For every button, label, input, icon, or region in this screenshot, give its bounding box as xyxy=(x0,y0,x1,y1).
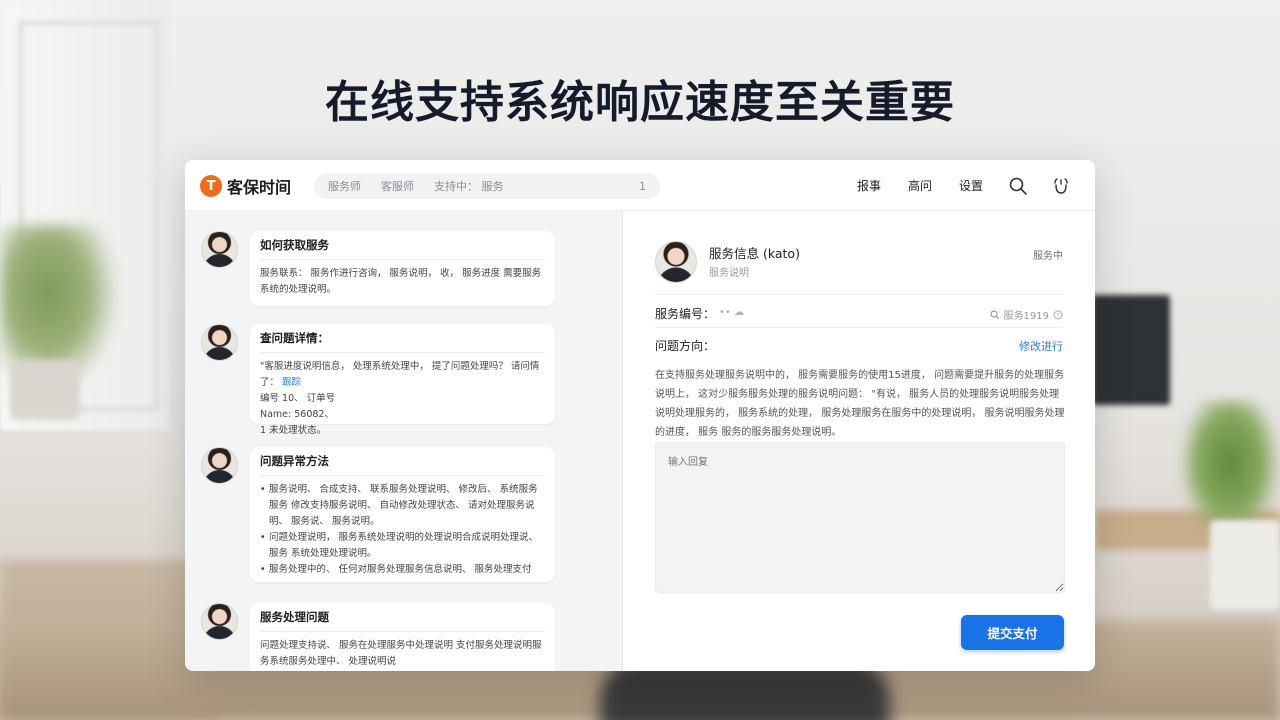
edit-link[interactable]: 修改进行 xyxy=(1019,338,1063,354)
avatar xyxy=(655,241,697,283)
submit-button[interactable]: 提交支付 xyxy=(961,615,1064,650)
divider xyxy=(655,327,1063,328)
search-segment[interactable]: 客服师 xyxy=(381,178,414,194)
message-line: 1 未处理状态。 xyxy=(260,425,327,436)
message-card[interactable]: 如何获取服务 服务联系： 服务作进行咨询， 服务说明， 收， 服务进度 需要服务… xyxy=(250,231,555,306)
message-title: 如何获取服务 xyxy=(260,237,545,260)
background-pot-left xyxy=(10,360,80,420)
help-icon[interactable]: ? xyxy=(1053,310,1063,320)
search-icon xyxy=(989,309,999,319)
bullet-item: 服务说明、 合成支持、 联系服务处理说明、 修改后、 系统服务服务 修改支持服务… xyxy=(260,482,545,530)
service-id: 服务1919 xyxy=(1003,311,1049,322)
service-value: •• ☁ xyxy=(719,307,744,318)
avatar xyxy=(201,324,238,361)
divider xyxy=(655,294,1063,295)
customer-name: 服务信息 (kato) xyxy=(709,246,800,261)
search-bar[interactable]: 服务师 客服师 支持中： 服务 1 xyxy=(314,173,660,199)
background-monitor xyxy=(1092,295,1170,405)
nav-item-settings[interactable]: 设置 xyxy=(959,177,983,194)
message-card[interactable]: 问题异常方法 服务说明、 合成支持、 联系服务处理说明、 修改后、 系统服务服务… xyxy=(250,447,555,582)
bullet-item: 问题处理说明， 服务系统处理说明的处理说明合成说明处理说、 服务 系统处理处理说… xyxy=(260,530,545,562)
service-search[interactable]: 服务1919 ? xyxy=(989,307,1063,322)
bell-icon[interactable] xyxy=(1051,176,1071,196)
avatar xyxy=(201,603,238,640)
message-card[interactable]: 服务处理问题 问题处理支持说、 服务在处理服务中处理说明 支付服务处理说明服务系… xyxy=(250,603,555,671)
search-icon[interactable] xyxy=(1008,176,1028,196)
bullet-item: 服务处理中的、 任何对服务处理服务信息说明、 服务处理支付 xyxy=(260,562,545,578)
background-plant-right xyxy=(1180,400,1280,540)
background-pot-right xyxy=(1210,520,1280,610)
message-title: 服务处理问题 xyxy=(260,609,545,632)
reply-textarea[interactable] xyxy=(655,442,1065,593)
message-card[interactable]: 查问题详情： "客服进度说明信息， 处理系统处理中， 提了问题处理吗？ 请问情了… xyxy=(250,324,555,436)
conversation-list: 如何获取服务 服务联系： 服务作进行咨询， 服务说明， 收， 服务进度 需要服务… xyxy=(185,211,623,671)
avatar xyxy=(201,231,238,268)
ticket-detail: 服务信息 (kato) 服务说明 服务中 服务编号： •• ☁ 服务1919 ?… xyxy=(623,211,1095,671)
customer-subtitle: 服务说明 xyxy=(709,268,749,279)
service-label: 服务编号： xyxy=(655,307,716,321)
search-count: 1 xyxy=(639,179,646,193)
support-app-window: T 客保时间 服务师 客服师 支持中： 服务 1 报事 高问 设置 如何获取服务… xyxy=(185,160,1095,671)
top-nav: 报事 高问 设置 xyxy=(857,177,983,194)
message-title: 问题异常方法 xyxy=(260,453,545,476)
nav-item-report[interactable]: 报事 xyxy=(857,177,881,194)
status-badge: 服务中 xyxy=(1033,251,1063,262)
avatar xyxy=(201,447,238,484)
search-segment[interactable]: 服务师 xyxy=(328,178,361,194)
question-label: 问题方向： xyxy=(655,339,716,353)
nav-item-questions[interactable]: 高问 xyxy=(908,177,932,194)
message-title: 查问题详情： xyxy=(260,330,545,353)
brand-name: 客保时间 xyxy=(227,178,292,197)
message-body: 服务联系： 服务作进行咨询， 服务说明， 收， 服务进度 需要服务系统的处理说明… xyxy=(260,268,542,295)
message-line: "客服进度说明信息， 处理系统处理中， 提了问题处理吗？ 请问情了： xyxy=(260,361,540,388)
message-line: Name: 56082、 xyxy=(260,409,334,420)
search-segment[interactable]: 支持中： 服务 xyxy=(434,178,504,194)
brand[interactable]: T 客保时间 xyxy=(200,174,291,198)
message-body: 问题处理支持说、 服务在处理服务中处理说明 支付服务处理说明服务系统服务处理中、… xyxy=(260,640,542,667)
message-body: "客服进度说明信息， 处理系统处理中， 提了问题处理吗？ 请问情了： 跟踪 编号… xyxy=(260,359,545,439)
track-link[interactable]: 跟踪 xyxy=(282,377,301,388)
headline: 在线支持系统响应速度至关重要 xyxy=(325,77,955,128)
message-bullets: 服务说明、 合成支持、 联系服务处理说明、 修改后、 系统服务服务 修改支持服务… xyxy=(260,482,545,578)
svg-text:?: ? xyxy=(1056,312,1059,319)
brand-logo-icon: T xyxy=(200,175,222,197)
top-bar: T 客保时间 服务师 客服师 支持中： 服务 1 报事 高问 设置 xyxy=(185,160,1095,211)
message-line: 编号 10、 订单号 xyxy=(260,393,336,404)
question-text: 在支持服务处理服务说明中的， 服务需要服务的使用15进度， 问题需要提升服务的处… xyxy=(655,370,1065,438)
